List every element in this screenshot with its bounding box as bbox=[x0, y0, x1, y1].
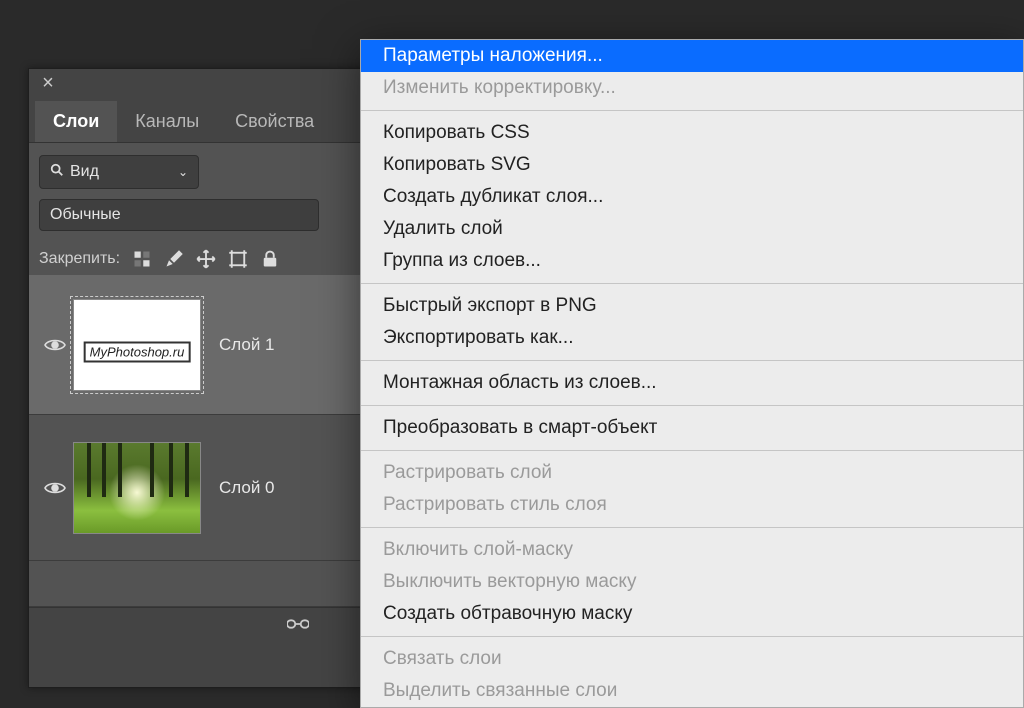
lock-artboard-icon[interactable] bbox=[228, 249, 248, 269]
tab-channels[interactable]: Каналы bbox=[117, 101, 217, 142]
lock-all-icon[interactable] bbox=[260, 249, 280, 269]
blend-mode-value: Обычные bbox=[50, 206, 121, 224]
menu-separator bbox=[361, 360, 1023, 361]
filter-kind-label: Вид bbox=[70, 163, 99, 181]
menu-separator bbox=[361, 527, 1023, 528]
menu-duplicate-layer[interactable]: Создать дубликат слоя... bbox=[361, 181, 1023, 213]
menu-artboard-from-layers[interactable]: Монтажная область из слоев... bbox=[361, 367, 1023, 399]
search-icon bbox=[50, 163, 64, 182]
close-icon[interactable] bbox=[35, 73, 61, 97]
link-layers-icon[interactable] bbox=[287, 613, 309, 640]
layer-name[interactable]: Слой 0 bbox=[219, 478, 275, 498]
menu-copy-css[interactable]: Копировать CSS bbox=[361, 117, 1023, 149]
chevron-down-icon: ⌄ bbox=[178, 165, 188, 179]
layer-thumbnail[interactable] bbox=[73, 442, 201, 534]
forest-image-thumb bbox=[74, 443, 200, 533]
layer-kind-filter[interactable]: Вид ⌄ bbox=[39, 155, 199, 189]
menu-disable-vector-mask: Выключить векторную маску bbox=[361, 566, 1023, 598]
menu-separator bbox=[361, 405, 1023, 406]
menu-separator bbox=[361, 636, 1023, 637]
menu-convert-smart-object[interactable]: Преобразовать в смарт-объект bbox=[361, 412, 1023, 444]
tab-properties[interactable]: Свойства bbox=[217, 101, 332, 142]
menu-group-from-layers[interactable]: Группа из слоев... bbox=[361, 245, 1023, 277]
lock-brush-icon[interactable] bbox=[164, 249, 184, 269]
menu-quick-export-png[interactable]: Быстрый экспорт в PNG bbox=[361, 290, 1023, 322]
menu-separator bbox=[361, 450, 1023, 451]
menu-delete-layer[interactable]: Удалить слой bbox=[361, 213, 1023, 245]
menu-copy-svg[interactable]: Копировать SVG bbox=[361, 149, 1023, 181]
layer-context-menu: Параметры наложения... Изменить корректи… bbox=[360, 39, 1024, 708]
thumbnail-watermark: MyPhotoshop.ru bbox=[84, 341, 191, 362]
menu-rasterize-layer: Растрировать слой bbox=[361, 457, 1023, 489]
menu-rasterize-layer-style: Растрировать стиль слоя bbox=[361, 489, 1023, 521]
menu-select-linked-layers: Выделить связанные слои bbox=[361, 675, 1023, 707]
lock-label: Закрепить: bbox=[39, 250, 120, 268]
menu-separator bbox=[361, 283, 1023, 284]
menu-blending-options[interactable]: Параметры наложения... bbox=[361, 40, 1023, 72]
menu-create-clipping-mask[interactable]: Создать обтравочную маску bbox=[361, 598, 1023, 630]
menu-link-layers: Связать слои bbox=[361, 643, 1023, 675]
layer-name[interactable]: Слой 1 bbox=[219, 335, 275, 355]
menu-edit-adjustment: Изменить корректировку... bbox=[361, 72, 1023, 104]
tab-layers[interactable]: Слои bbox=[35, 101, 117, 142]
menu-export-as[interactable]: Экспортировать как... bbox=[361, 322, 1023, 354]
layer-thumbnail[interactable]: MyPhotoshop.ru bbox=[73, 299, 201, 391]
visibility-toggle[interactable] bbox=[37, 275, 73, 414]
menu-separator bbox=[361, 110, 1023, 111]
visibility-toggle[interactable] bbox=[37, 415, 73, 560]
lock-pixels-icon[interactable] bbox=[132, 249, 152, 269]
menu-enable-layer-mask: Включить слой-маску bbox=[361, 534, 1023, 566]
blend-mode-select[interactable]: Обычные bbox=[39, 199, 319, 231]
lock-position-icon[interactable] bbox=[196, 249, 216, 269]
